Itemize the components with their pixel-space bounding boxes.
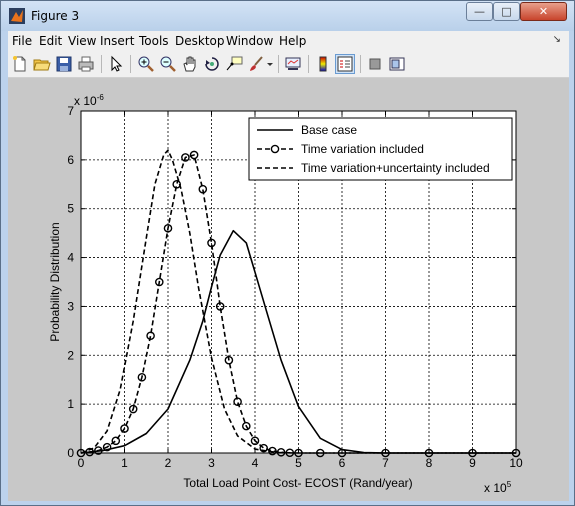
brush-icon[interactable] <box>247 55 265 73</box>
window-title: Figure 3 <box>31 9 80 23</box>
figure-canvas: 0 1 2 3 4 5 6 7 8 9 10 0 1 2 3 4 5 6 7 x 10-6 x 105 Total … <box>8 78 569 501</box>
save-icon[interactable] <box>55 55 73 73</box>
x-axis-label: Total Load Point Cost- ECOST (Rand/year) <box>183 476 412 490</box>
menu-insert[interactable]: Insert <box>100 34 134 48</box>
minimize-button[interactable]: — <box>466 2 493 21</box>
x-tick-label: 1 <box>121 456 128 470</box>
new-figure-icon[interactable] <box>11 55 29 73</box>
x-tick-label: 6 <box>339 456 346 470</box>
x-tick-label: 0 <box>78 456 85 470</box>
menu-file[interactable]: File <box>12 34 32 48</box>
toolbar-separator <box>278 55 279 73</box>
x-tick-label: 9 <box>469 456 476 470</box>
y-tick-label: 4 <box>67 251 74 265</box>
x-tick-label: 8 <box>426 456 433 470</box>
hide-plot-tools-icon[interactable] <box>366 55 384 73</box>
data-cursor-icon[interactable] <box>225 55 243 73</box>
x-tick-label: 2 <box>165 456 172 470</box>
x-tick-label: 3 <box>208 456 215 470</box>
y-multiplier: x 10-6 <box>74 93 104 108</box>
legend-icon[interactable] <box>335 54 355 74</box>
menu-help[interactable]: Help <box>279 34 306 48</box>
brush-dropdown-icon[interactable] <box>265 55 275 73</box>
menu-desktop[interactable]: Desktop <box>175 34 225 48</box>
y-tick-label: 0 <box>67 446 74 460</box>
matlab-logo-icon <box>9 8 25 24</box>
y-tick-label: 6 <box>67 153 74 167</box>
menu-tools[interactable]: Tools <box>139 34 169 48</box>
legend-marker-time-variation <box>270 144 280 154</box>
open-file-icon[interactable] <box>33 55 51 73</box>
plot-svg[interactable]: 0 1 2 3 4 5 6 7 8 9 1001234567 x 10-6 x 105 Total … <box>8 78 569 501</box>
pan-hand-icon[interactable] <box>181 55 199 73</box>
maximize-button[interactable]: □ <box>493 2 520 21</box>
legend-label-time-variation-uncertainty: Time variation+uncertainty included <box>301 161 490 175</box>
figure-toolbar <box>8 51 569 78</box>
x-tick-label: 4 <box>252 456 259 470</box>
figure-window: Figure 3 — □ ✕ File Edit View Insert Too… <box>0 0 575 506</box>
menu-overflow-icon[interactable]: ↘ <box>553 34 561 45</box>
x-tick-label: 7 <box>382 456 389 470</box>
edit-plot-arrow-icon[interactable] <box>107 55 125 73</box>
toolbar-separator <box>308 55 309 73</box>
menu-bar: File Edit View Insert Tools Desktop Wind… <box>8 31 569 51</box>
legend[interactable]: Base case Time variation included Time v… <box>248 117 513 181</box>
title-bar[interactable]: Figure 3 — □ ✕ <box>1 1 574 31</box>
y-tick-label: 5 <box>67 202 74 216</box>
rotate-3d-icon[interactable] <box>203 55 221 73</box>
y-tick-label: 1 <box>67 397 74 411</box>
x-tick-label: 10 <box>509 456 523 470</box>
close-button[interactable]: ✕ <box>520 2 567 21</box>
colorbar-icon[interactable] <box>314 55 332 73</box>
toolbar-separator <box>130 55 131 73</box>
show-plot-tools-icon[interactable] <box>388 55 406 73</box>
zoom-in-icon[interactable] <box>137 55 155 73</box>
toolbar-separator <box>101 55 102 73</box>
link-plot-icon[interactable] <box>284 55 302 73</box>
y-tick-label: 2 <box>67 348 74 362</box>
legend-label-time-variation: Time variation included <box>301 142 424 156</box>
zoom-out-icon[interactable] <box>159 55 177 73</box>
menu-window[interactable]: Window <box>226 34 273 48</box>
y-tick-label: 3 <box>67 299 74 313</box>
toolbar-separator <box>360 55 361 73</box>
x-multiplier: x 105 <box>484 480 512 495</box>
y-axis-label: Probability Distribution <box>48 222 62 341</box>
legend-label-base-case: Base case <box>301 123 357 137</box>
menu-edit[interactable]: Edit <box>39 34 62 48</box>
print-icon[interactable] <box>77 55 95 73</box>
menu-view[interactable]: View <box>68 34 96 48</box>
x-tick-label: 5 <box>295 456 302 470</box>
